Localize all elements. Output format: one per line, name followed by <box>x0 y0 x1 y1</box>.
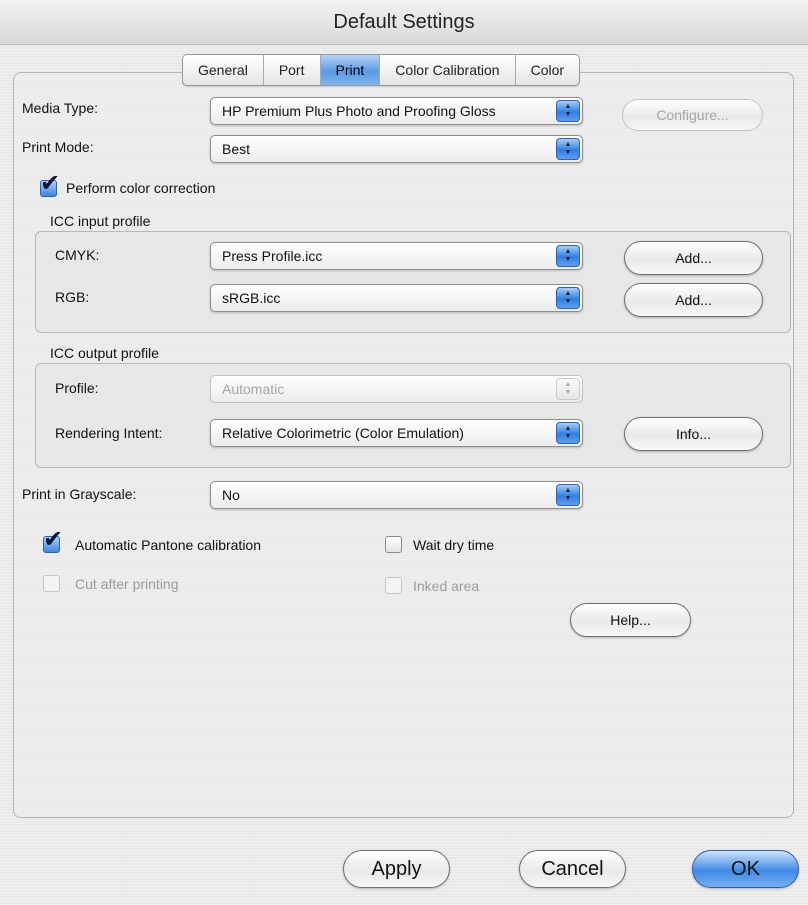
rendering-intent-value: Relative Colorimetric (Color Emulation) <box>222 425 464 441</box>
cmyk-label: CMYK: <box>55 247 100 263</box>
icc-output-title: ICC output profile <box>50 345 159 361</box>
popup-arrows-icon: ▲ ▼ <box>556 100 580 122</box>
cancel-button[interactable]: Cancel <box>519 850 626 888</box>
popup-arrows-icon: ▲ ▼ <box>556 484 580 506</box>
grayscale-label: Print in Grayscale: <box>22 486 137 502</box>
cmyk-add-button[interactable]: Add... <box>624 241 763 275</box>
icc-input-title: ICC input profile <box>50 213 151 229</box>
tab-color-calibration[interactable]: Color Calibration <box>380 55 516 85</box>
apply-button[interactable]: Apply <box>343 850 450 888</box>
popup-arrows-icon: ▲ ▼ <box>556 287 580 309</box>
rendering-intent-label: Rendering Intent: <box>55 425 163 441</box>
ok-button[interactable]: OK <box>692 850 799 888</box>
pantone-label: Automatic Pantone calibration <box>75 537 261 553</box>
color-correction-checkbox[interactable]: ✔ <box>40 172 60 197</box>
cmyk-profile-select[interactable]: Press Profile.icc ▲ ▼ <box>210 242 583 270</box>
grayscale-value: No <box>222 487 240 503</box>
tab-print[interactable]: Print <box>320 55 381 85</box>
popup-arrows-icon: ▲ ▼ <box>556 138 580 160</box>
popup-arrows-icon: ▲ ▼ <box>556 378 580 400</box>
cut-after-checkbox[interactable] <box>43 575 60 592</box>
color-correction-label: Perform color correction <box>66 180 216 196</box>
cut-after-label: Cut after printing <box>75 576 179 592</box>
wait-dry-checkbox[interactable] <box>385 536 402 553</box>
media-type-select[interactable]: HP Premium Plus Photo and Proofing Gloss… <box>210 97 583 125</box>
checkmark-icon: ✔ <box>43 526 64 553</box>
rgb-label: RGB: <box>55 289 90 305</box>
print-mode-select[interactable]: Best ▲ ▼ <box>210 135 583 163</box>
tab-general[interactable]: General <box>183 55 264 85</box>
help-button[interactable]: Help... <box>570 603 691 637</box>
wait-dry-label: Wait dry time <box>413 537 495 553</box>
window-title: Default Settings <box>0 0 808 45</box>
popup-arrows-icon: ▲ ▼ <box>556 245 580 267</box>
info-button[interactable]: Info... <box>624 417 763 451</box>
grayscale-select[interactable]: No ▲ ▼ <box>210 481 583 509</box>
print-mode-value: Best <box>222 141 251 157</box>
rgb-profile-value: sRGB.icc <box>222 290 281 306</box>
rendering-intent-select[interactable]: Relative Colorimetric (Color Emulation) … <box>210 419 583 447</box>
checkmark-icon: ✔ <box>40 170 61 197</box>
rgb-profile-select[interactable]: sRGB.icc ▲ ▼ <box>210 284 583 312</box>
configure-button[interactable]: Configure... <box>622 99 763 131</box>
media-type-value: HP Premium Plus Photo and Proofing Gloss <box>222 103 496 119</box>
tab-port[interactable]: Port <box>264 55 321 85</box>
cmyk-profile-value: Press Profile.icc <box>222 248 323 264</box>
inked-area-label: Inked area <box>413 578 480 594</box>
output-profile-value: Automatic <box>222 381 285 397</box>
rgb-add-button[interactable]: Add... <box>624 283 763 317</box>
tab-color[interactable]: Color <box>516 55 579 85</box>
pantone-checkbox[interactable]: ✔ <box>43 528 63 553</box>
profile-label: Profile: <box>55 380 99 396</box>
output-profile-select[interactable]: Automatic ▲ ▼ <box>210 375 583 403</box>
inked-area-checkbox[interactable] <box>385 577 402 594</box>
popup-arrows-icon: ▲ ▼ <box>556 422 580 444</box>
print-mode-label: Print Mode: <box>22 139 94 155</box>
media-type-label: Media Type: <box>22 100 99 116</box>
tab-bar: General Port Print Color Calibration Col… <box>182 54 581 86</box>
